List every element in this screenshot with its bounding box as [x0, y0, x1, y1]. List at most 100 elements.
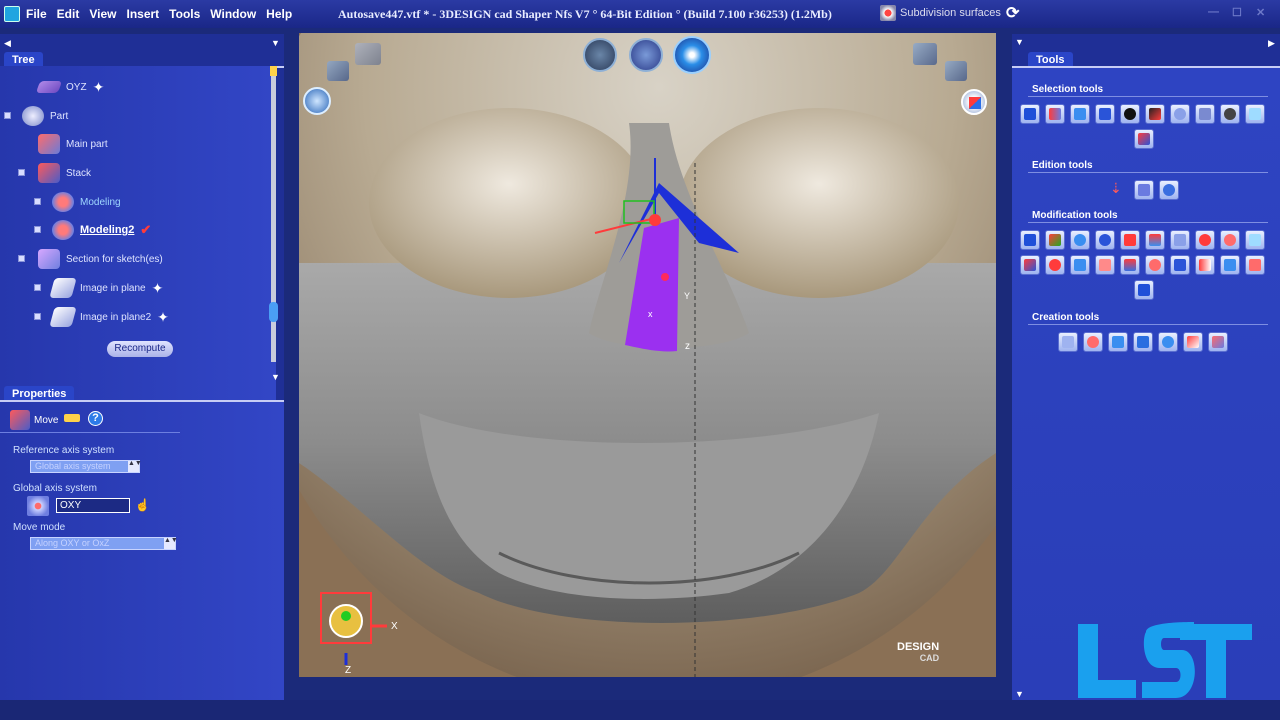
expander-icon[interactable]	[18, 169, 25, 176]
tree-item-stack[interactable]: Stack	[18, 162, 91, 184]
scroll-thumb[interactable]	[269, 302, 278, 322]
expander-icon[interactable]	[34, 284, 41, 291]
mod-delete-button[interactable]	[1195, 230, 1215, 250]
menu-tools[interactable]: Tools	[169, 7, 200, 21]
create-plane-button[interactable]	[1183, 332, 1203, 352]
select-box-button[interactable]	[1095, 104, 1115, 124]
mod-split-button[interactable]	[1120, 255, 1140, 275]
box-view-icon[interactable]	[913, 43, 937, 65]
app-icon[interactable]	[4, 6, 20, 22]
edit-arrow-icon[interactable]: ⇣	[1110, 180, 1130, 200]
expander-icon[interactable]	[34, 313, 41, 320]
mod-bevel-button[interactable]	[1170, 230, 1190, 250]
help-icon[interactable]: ?	[88, 411, 103, 426]
mod-twist-button[interactable]	[1095, 230, 1115, 250]
select-grid-button[interactable]	[1045, 104, 1065, 124]
expander-icon[interactable]	[18, 255, 25, 262]
mod-bridge-button[interactable]	[1095, 255, 1115, 275]
create-torus-button[interactable]	[1158, 332, 1178, 352]
menu-help[interactable]: Help	[266, 7, 292, 21]
select-mirror-button[interactable]	[1134, 129, 1154, 149]
create-cube-button[interactable]	[1108, 332, 1128, 352]
tree-item-modeling[interactable]: Modeling	[34, 191, 121, 213]
maximize-icon[interactable]: ☐	[1232, 6, 1242, 19]
mod-mirror-button[interactable]	[1220, 255, 1240, 275]
edit-refresh-button[interactable]	[1159, 180, 1179, 200]
view-star-button[interactable]	[673, 36, 711, 74]
3d-viewport[interactable]: x Y z X Z DESIGN CAD	[299, 33, 996, 677]
mod-move-button[interactable]	[1020, 230, 1040, 250]
mod-point-button[interactable]	[1045, 255, 1065, 275]
select-face-button[interactable]	[1070, 104, 1090, 124]
create-duplicate-button[interactable]	[1208, 332, 1228, 352]
color-cube-button[interactable]	[961, 89, 987, 115]
skull-model[interactable]	[299, 33, 996, 677]
tree-scrollbar[interactable]	[269, 66, 278, 362]
camera-view-icon[interactable]	[355, 43, 381, 65]
undo-select-button[interactable]	[1020, 104, 1040, 124]
menu-file[interactable]: File	[26, 7, 47, 21]
mod-loop-button[interactable]	[1145, 255, 1165, 275]
tree-item-modeling2[interactable]: Modeling2 ✔	[34, 219, 151, 241]
mod-flip-button[interactable]	[1245, 255, 1265, 275]
refresh-icon[interactable]: ⟳	[1006, 5, 1024, 23]
menu-window[interactable]: Window	[210, 7, 256, 21]
mod-weld-button[interactable]	[1020, 255, 1040, 275]
mod-axis-button[interactable]	[1045, 230, 1065, 250]
tree-item-part[interactable]: Part	[4, 105, 68, 127]
panel-menu-icon[interactable]: ▼	[271, 38, 280, 48]
tree-item-image-in-plane[interactable]: Image in plane ✦	[34, 277, 163, 299]
tree-item-oyz[interactable]: OYZ ✦	[35, 76, 104, 98]
panel-menu-icon[interactable]: ▼	[1015, 689, 1024, 699]
minimize-icon[interactable]: —	[1208, 6, 1219, 18]
view-camera-button[interactable]	[583, 38, 617, 72]
mod-flag-button[interactable]	[1195, 255, 1215, 275]
select-ring-button[interactable]	[1170, 104, 1190, 124]
spinner-icon[interactable]: ▲▼	[128, 460, 142, 472]
spinner-icon[interactable]: ▲▼	[164, 537, 178, 549]
select-loop-button[interactable]	[1195, 104, 1215, 124]
cube-view-icon[interactable]	[327, 61, 349, 81]
panel-arrow-icon[interactable]: ▶	[1268, 38, 1275, 49]
tree-item-image-in-plane2[interactable]: Image in plane2 ✦	[34, 306, 169, 328]
expander-icon[interactable]	[34, 226, 41, 233]
rotate-view-button[interactable]	[303, 87, 331, 115]
recompute-button[interactable]: Recompute	[107, 341, 173, 357]
mod-inset-button[interactable]	[1145, 230, 1165, 250]
close-icon[interactable]: ✕	[1256, 6, 1265, 19]
panel-menu-icon[interactable]: ▼	[271, 372, 280, 382]
move-mode-select[interactable]: Along OXY or OxZ ▲▼	[30, 537, 178, 550]
expander-icon[interactable]	[4, 112, 11, 119]
panel-arrow-icon[interactable]: ◀	[4, 38, 11, 49]
select-solid-button[interactable]	[1145, 104, 1165, 124]
mod-shell-button[interactable]	[1170, 255, 1190, 275]
menu-edit[interactable]: Edit	[57, 7, 80, 21]
create-sphere-button[interactable]	[1083, 332, 1103, 352]
menu-insert[interactable]: Insert	[126, 7, 159, 21]
mod-smooth-button[interactable]	[1070, 255, 1090, 275]
duplicate-icon	[1212, 336, 1224, 348]
gizmo-x-label: x	[648, 309, 653, 319]
select-lasso-button[interactable]	[1120, 104, 1140, 124]
mod-ring-button[interactable]	[1220, 230, 1240, 250]
menu-view[interactable]: View	[89, 7, 116, 21]
tree-item-main-part[interactable]: Main part	[38, 133, 108, 155]
select-magnify-button[interactable]	[1220, 104, 1240, 124]
select-cube-button[interactable]	[1245, 104, 1265, 124]
global-axis-field[interactable]: OXY	[56, 498, 130, 513]
subdivision-surfaces-toggle[interactable]: Subdivision surfaces	[880, 5, 1001, 21]
box-view-icon-2[interactable]	[945, 61, 967, 81]
tree-item-section[interactable]: Section for sketch(es)	[18, 248, 163, 270]
edit-points-button[interactable]	[1134, 180, 1154, 200]
reference-axis-select[interactable]: Global axis system ▲▼	[30, 460, 142, 473]
mod-rotate-button[interactable]	[1070, 230, 1090, 250]
panel-menu-icon[interactable]: ▼	[1015, 37, 1024, 47]
mod-subdivide-button[interactable]	[1245, 230, 1265, 250]
create-tube-button[interactable]	[1133, 332, 1153, 352]
axis-system-icon[interactable]	[27, 496, 49, 516]
mod-select-arrow-button[interactable]	[1134, 280, 1154, 300]
create-cylinder-button[interactable]	[1058, 332, 1078, 352]
mod-extrude-button[interactable]	[1120, 230, 1140, 250]
view-shading-button[interactable]	[629, 38, 663, 72]
expander-icon[interactable]	[34, 198, 41, 205]
